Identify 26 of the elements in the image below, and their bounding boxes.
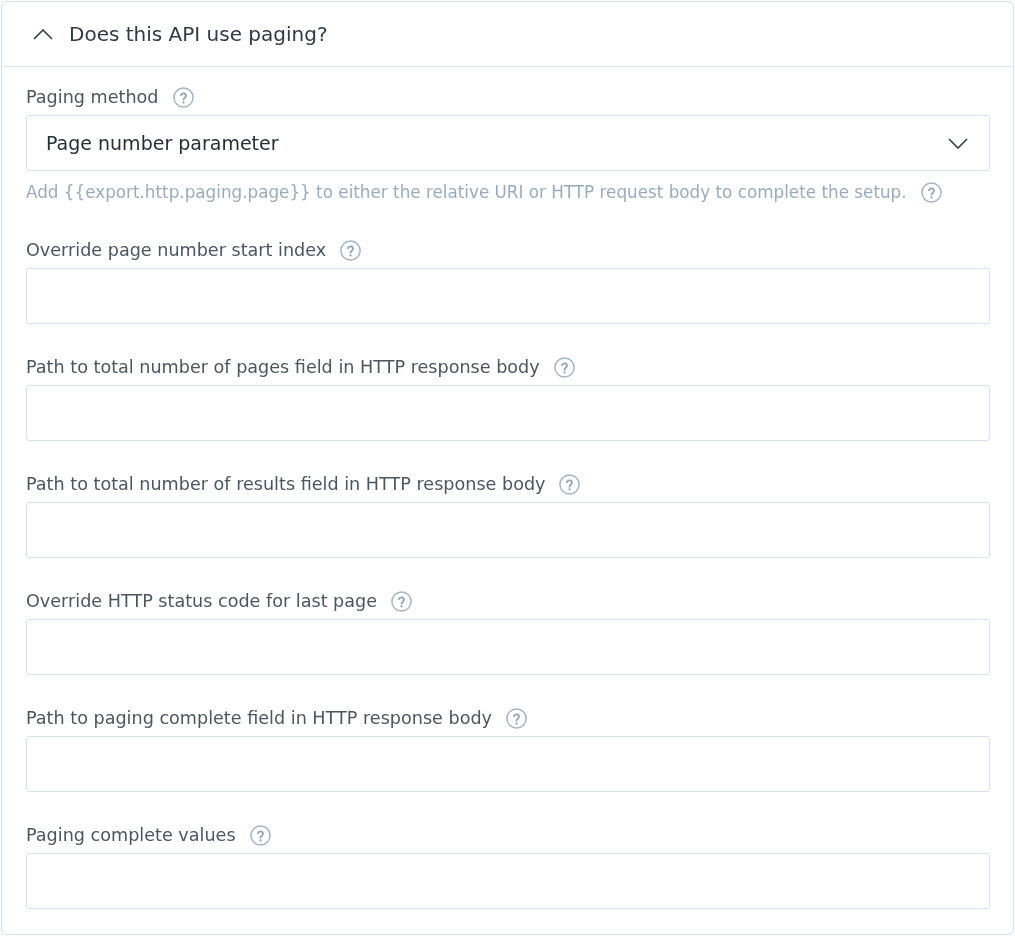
help-icon[interactable] bbox=[506, 707, 527, 729]
chevron-up-icon[interactable] bbox=[33, 28, 53, 40]
help-icon[interactable] bbox=[391, 590, 413, 612]
input-field[interactable] bbox=[26, 619, 990, 675]
input-field[interactable] bbox=[26, 502, 990, 558]
field-label: Path to total number of results field in HTTP response body bbox=[26, 473, 546, 495]
dropdown-field[interactable]: Page number parameter bbox=[26, 115, 990, 171]
help-icon[interactable] bbox=[172, 86, 194, 108]
input-field[interactable] bbox=[26, 385, 990, 441]
input-field[interactable] bbox=[26, 853, 990, 909]
field-label: Paging method bbox=[26, 86, 159, 108]
help-icon[interactable] bbox=[553, 356, 575, 378]
field-label: Override page number start index bbox=[26, 239, 327, 261]
field-label: Override HTTP status code for last page bbox=[26, 590, 378, 612]
section-title[interactable]: Does this API use paging? bbox=[69, 22, 328, 46]
chevron-down-icon[interactable] bbox=[948, 137, 968, 149]
help-icon[interactable] bbox=[559, 473, 581, 495]
input-field[interactable] bbox=[26, 268, 990, 324]
input-field[interactable] bbox=[26, 736, 990, 792]
hint-text: Add {{export.http.paging.page}} to either the relative URI or HTTP request body to complete the setup. bbox=[26, 182, 907, 202]
help-icon[interactable] bbox=[249, 824, 271, 846]
field-label: Path to paging complete field in HTTP response body bbox=[26, 707, 492, 729]
help-icon[interactable] bbox=[920, 181, 942, 203]
field-label: Path to total number of pages field in HTTP response body bbox=[26, 356, 540, 378]
field-label: Paging complete values bbox=[26, 824, 236, 846]
help-icon[interactable] bbox=[340, 239, 362, 261]
